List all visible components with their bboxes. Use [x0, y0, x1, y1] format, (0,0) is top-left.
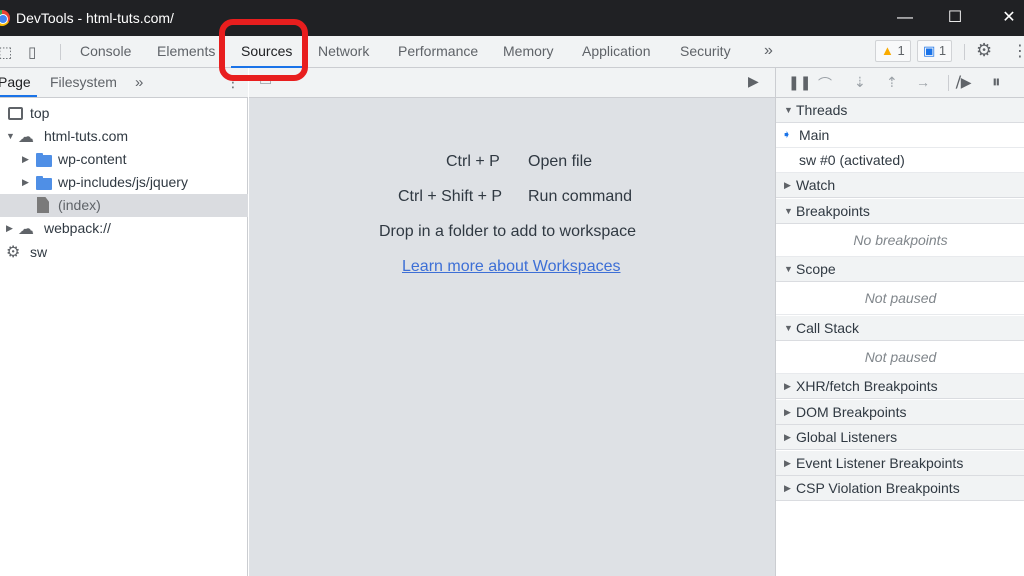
expand-arrow-icon[interactable]: ▶: [22, 148, 29, 171]
expand-arrow-icon[interactable]: ▼: [6, 125, 15, 148]
shortcut-keys: Ctrl + Shift + P: [398, 188, 503, 205]
section-threads[interactable]: ▼ Threads: [776, 98, 1024, 123]
more-tabs-button[interactable]: »: [764, 36, 773, 67]
collapse-arrow-icon: ▼: [784, 206, 793, 216]
tab-memory[interactable]: Memory: [503, 36, 554, 67]
section-csp-violation-breakpoints[interactable]: ▶ CSP Violation Breakpoints: [776, 476, 1024, 501]
more-options-icon[interactable]: ⋮: [1012, 41, 1024, 61]
expand-arrow-icon: ▶: [784, 381, 791, 391]
drop-folder-hint: Drop in a folder to add to workspace: [379, 223, 637, 240]
window-title: DevTools - html-tuts.com/: [16, 10, 174, 26]
collapse-arrow-icon: ▼: [784, 264, 793, 274]
tree-item-webpack[interactable]: ▶ ☁ webpack://: [0, 217, 248, 240]
toggle-debugger-icon[interactable]: ▶: [748, 73, 759, 90]
deactivate-breakpoints-icon[interactable]: ⧸▶: [956, 74, 972, 91]
tree-item-domain[interactable]: ▼ ☁ html-tuts.com: [0, 125, 248, 148]
learn-workspaces-link[interactable]: Learn more about Workspaces: [402, 258, 620, 276]
warnings-badge[interactable]: ▲ 1: [875, 40, 911, 62]
expand-arrow-icon: ▶: [784, 458, 791, 468]
more-navigator-tabs[interactable]: »: [135, 74, 143, 91]
divider: [948, 75, 949, 91]
navigator-tabs: Page Filesystem » ⋮: [0, 68, 248, 98]
shortcut-action: Open file: [528, 153, 593, 170]
tree-item-top[interactable]: top: [0, 102, 248, 125]
tab-console[interactable]: Console: [80, 36, 131, 67]
section-scope[interactable]: ▼ Scope: [776, 257, 1024, 282]
close-button[interactable]: ✕: [984, 0, 1024, 36]
tree-item-folder[interactable]: ▶ wp-content: [0, 148, 248, 171]
tab-application[interactable]: Application: [582, 36, 651, 67]
debugger-toolbar: ▶ ❚❚ ⌒ ⇣ ⇡ → ⧸▶ ⏸: [748, 68, 1024, 98]
tree-item-file[interactable]: (index): [0, 194, 248, 217]
tree-item-folder[interactable]: ▶ wp-includes/js/jquery: [0, 171, 248, 194]
editor-placeholder: Ctrl + P Open file Ctrl + Shift + P Run …: [249, 98, 775, 576]
message-icon: ▣: [923, 43, 936, 58]
folder-icon: [36, 153, 52, 167]
tab-network[interactable]: Network: [318, 36, 369, 67]
current-thread-icon: ➧: [782, 129, 792, 141]
collapse-arrow-icon: ▼: [784, 105, 793, 115]
main-toolbar: ⬚ ▯ Console Elements Sources Network Per…: [0, 36, 1024, 68]
debugger-sidebar: ▶ ❚❚ ⌒ ⇣ ⇡ → ⧸▶ ⏸ ▼ Threads ➧ Main sw #0 (…: [748, 68, 1024, 576]
expand-arrow-icon[interactable]: ▶: [6, 217, 13, 240]
navigator-panel: Page Filesystem » ⋮ top ▼ ☁ html-tuts.co…: [0, 68, 248, 576]
tab-filesystem[interactable]: Filesystem: [50, 74, 117, 90]
highlight-annotation: [219, 19, 308, 81]
step-into-icon[interactable]: ⇣: [854, 74, 866, 91]
frame-icon: [8, 107, 23, 120]
settings-gear-icon[interactable]: ⚙: [976, 40, 992, 61]
pause-on-exceptions-icon[interactable]: ⏸: [992, 72, 1001, 92]
expand-arrow-icon: ▶: [784, 432, 791, 442]
editor-toolbar: ▭: [249, 68, 775, 98]
tab-page[interactable]: Page: [0, 74, 37, 97]
call-stack-empty: Not paused: [776, 341, 1024, 374]
maximize-button[interactable]: ☐: [930, 0, 980, 36]
section-watch[interactable]: ▶ Watch: [776, 173, 1024, 198]
expand-arrow-icon[interactable]: ▶: [22, 171, 29, 194]
cloud-icon: ☁: [18, 129, 34, 146]
thread-sw[interactable]: sw #0 (activated): [776, 148, 1024, 173]
file-icon: [37, 197, 49, 213]
step-over-icon[interactable]: ⌒: [818, 74, 832, 94]
section-global-listeners[interactable]: ▶ Global Listeners: [776, 425, 1024, 450]
minimize-button[interactable]: —: [880, 0, 930, 36]
pause-icon[interactable]: ❚❚: [788, 74, 811, 91]
messages-badge[interactable]: ▣ 1: [917, 40, 953, 62]
thread-main[interactable]: ➧ Main: [776, 123, 1024, 148]
divider: [964, 44, 965, 60]
tree-item-sw[interactable]: ⚙ sw: [0, 241, 248, 264]
gear-icon: ⚙: [6, 244, 21, 261]
expand-arrow-icon: ▶: [784, 180, 791, 190]
shortcut-action: Run command: [528, 188, 633, 205]
scope-empty: Not paused: [776, 282, 1024, 315]
section-dom-breakpoints[interactable]: ▶ DOM Breakpoints: [776, 400, 1024, 425]
breakpoints-empty: No breakpoints: [776, 224, 1024, 257]
section-breakpoints[interactable]: ▼ Breakpoints: [776, 199, 1024, 224]
tab-elements[interactable]: Elements: [157, 36, 215, 67]
tab-security[interactable]: Security: [680, 36, 731, 67]
folder-icon: [36, 176, 52, 190]
expand-arrow-icon: ▶: [784, 483, 791, 493]
inspect-element-icon[interactable]: ⬚: [0, 43, 12, 61]
collapse-arrow-icon: ▼: [784, 323, 793, 333]
section-xhr-breakpoints[interactable]: ▶ XHR/fetch Breakpoints: [776, 374, 1024, 399]
divider: [60, 44, 61, 60]
step-out-icon[interactable]: ⇡: [886, 74, 898, 91]
tab-performance[interactable]: Performance: [398, 36, 478, 67]
warning-icon: ▲: [881, 43, 894, 58]
cloud-icon: ☁: [18, 221, 34, 238]
expand-arrow-icon: ▶: [784, 407, 791, 417]
step-icon[interactable]: →: [916, 74, 930, 90]
chrome-icon: [0, 10, 10, 26]
section-event-listener-breakpoints[interactable]: ▶ Event Listener Breakpoints: [776, 451, 1024, 476]
device-toolbar-icon[interactable]: ▯: [28, 43, 36, 61]
shortcut-keys: Ctrl + P: [446, 153, 500, 170]
title-bar: DevTools - html-tuts.com/ — ☐ ✕: [0, 0, 1024, 36]
section-call-stack[interactable]: ▼ Call Stack: [776, 316, 1024, 341]
